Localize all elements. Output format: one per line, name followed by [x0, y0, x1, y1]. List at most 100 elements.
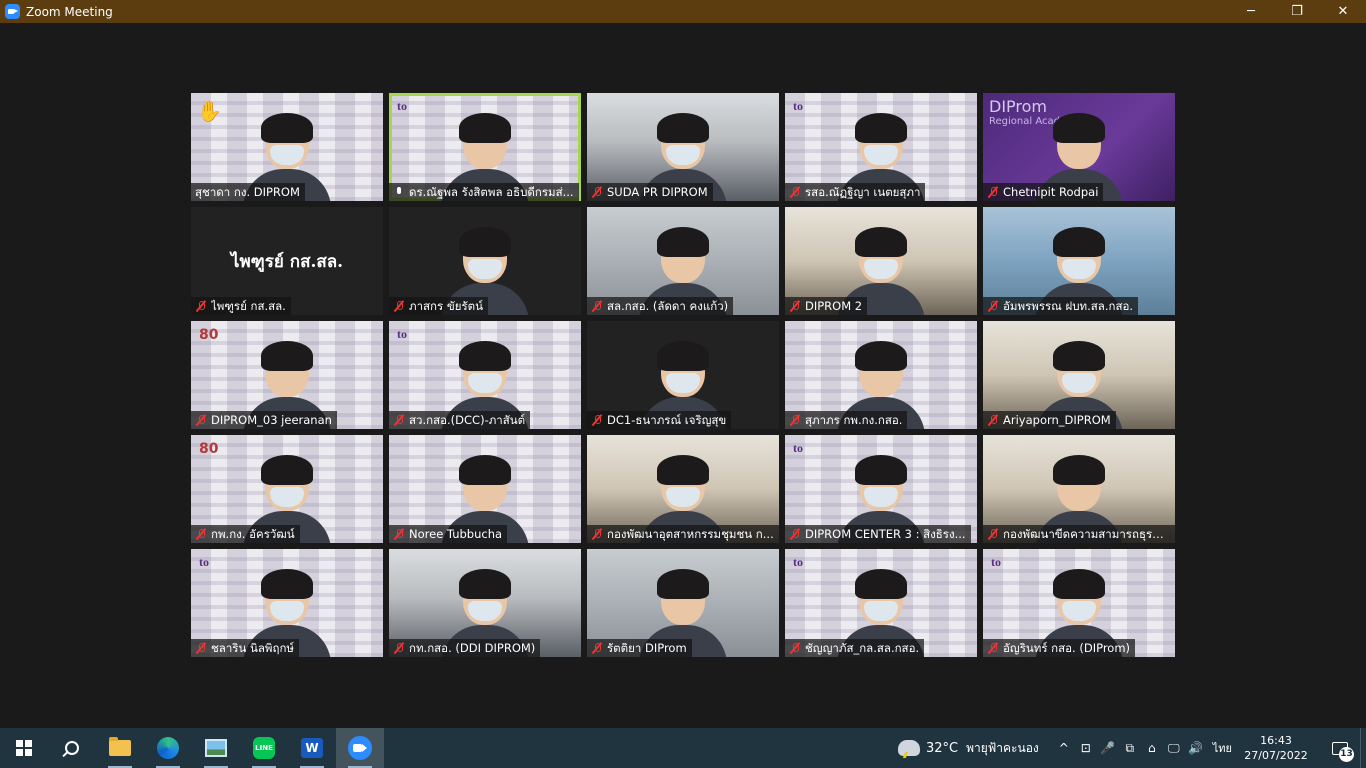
- participant-tile[interactable]: SUDA PR DIPROM: [587, 93, 779, 201]
- anniversary-logo: 80: [199, 441, 219, 457]
- mic-muted-icon: [393, 300, 405, 312]
- participant-tile[interactable]: DIPROM 2: [785, 207, 977, 315]
- diprom-logo: to: [793, 99, 803, 113]
- participant-name: ภาสกร ขัยรัตน์: [409, 299, 483, 313]
- participant-tile[interactable]: ✋ สุชาดา กง. DIPROM: [191, 93, 383, 201]
- gallery-grid: ✋ สุชาดา กง. DIPROM to ดร.ณัฐพล รังสิตพล อธ…: [191, 93, 1175, 657]
- participant-name-tag: อัมพรพรรณ ฝบท.สล.กสอ.: [983, 297, 1139, 315]
- raised-hand-icon: ✋: [197, 99, 222, 123]
- word-button[interactable]: W: [288, 728, 336, 768]
- start-icon: [16, 740, 32, 756]
- participant-name-tag: รัตติยา DIProm: [587, 639, 692, 657]
- participant-name-tag: DIPROM 2: [785, 297, 868, 315]
- mic-muted-icon: [591, 186, 603, 198]
- mic-muted-icon: [591, 300, 603, 312]
- participant-name-tag: กองพัฒนาอุตสาหกรรมชุมชน ก...: [587, 525, 779, 543]
- diprom-logo: to: [397, 99, 407, 113]
- participant-tile[interactable]: 80 DIPROM_03 jeeranan: [191, 321, 383, 429]
- participant-name-tag: Chetnipit Rodpai: [983, 183, 1104, 201]
- participant-tile[interactable]: กองพัฒนาอุตสาหกรรมชุมชน ก...: [587, 435, 779, 543]
- mic-muted-icon: [591, 642, 603, 654]
- participant-tile[interactable]: กองพัฒนาขีดความสามารถธุรกิ...: [983, 435, 1175, 543]
- participant-tile[interactable]: สล.กสอ. (ลัดดา คงแก้ว): [587, 207, 779, 315]
- file-explorer-button[interactable]: [96, 728, 144, 768]
- participant-name-tag: รสอ.ณัฏฐิญา เนตยสุภา: [785, 183, 926, 201]
- edge-button[interactable]: [144, 728, 192, 768]
- window-controls: ─ ❐ ✕: [1228, 0, 1366, 23]
- clock[interactable]: 16:43 27/07/2022: [1240, 733, 1312, 763]
- participant-tile[interactable]: กท.กสอ. (DDI DIPROM): [389, 549, 581, 657]
- participant-name-tag: อัญรินทร์ กสอ. (DIProm): [983, 639, 1136, 657]
- thunderstorm-icon: [897, 740, 920, 756]
- participant-name: DIPROM CENTER 3 : สิงธิรง...: [805, 527, 966, 541]
- participant-tile[interactable]: to DIPROM CENTER 3 : สิงธิรง...: [785, 435, 977, 543]
- participant-name-tag: DIPROM CENTER 3 : สิงธิรง...: [785, 525, 971, 543]
- system-tray: 32°C พายุฟ้าคะนอง ^ ⊡ 🎤 ⧉ ⌂ 🖵 🔊 ไทย 16:4…: [897, 728, 1366, 768]
- participant-name-tag: สว.กสอ.(DCC)-ภาสันต์: [389, 411, 531, 429]
- search-button[interactable]: [48, 728, 96, 768]
- microphone-icon[interactable]: 🎤: [1097, 728, 1119, 768]
- participant-tile[interactable]: to อัญรินทร์ กสอ. (DIProm): [983, 549, 1175, 657]
- participant-tile[interactable]: to ชัญญาภัส_กล.สล.กสอ.: [785, 549, 977, 657]
- mic-muted-icon: [195, 414, 207, 426]
- clock-date: 27/07/2022: [1244, 749, 1308, 762]
- participant-tile[interactable]: ไพฑูรย์ กส.สล. ไพฑูรย์ กส.สล.: [191, 207, 383, 315]
- input-language[interactable]: ไทย: [1213, 739, 1232, 757]
- mic-muted-icon: [195, 528, 207, 540]
- participant-name: ชัญญาภัส_กล.สล.กสอ.: [805, 641, 920, 655]
- maximize-button[interactable]: ❐: [1274, 0, 1320, 23]
- participant-tile[interactable]: สุภาภร กพ.กง.กสอ.: [785, 321, 977, 429]
- line-icon: LINE: [253, 737, 275, 759]
- minimize-button[interactable]: ─: [1228, 0, 1274, 23]
- participant-tile[interactable]: DC1-ธนาภรณ์ เจริญสุข: [587, 321, 779, 429]
- edge-icon: [157, 737, 179, 759]
- mic-muted-icon: [393, 528, 405, 540]
- participant-name: Chetnipit Rodpai: [1003, 185, 1099, 199]
- participant-tile[interactable]: to สว.กสอ.(DCC)-ภาสันต์: [389, 321, 581, 429]
- zoom-button[interactable]: [336, 728, 384, 768]
- weather-widget[interactable]: 32°C พายุฟ้าคะนอง: [897, 739, 1039, 758]
- participant-name-tag: สล.กสอ. (ลัดดา คงแก้ว): [587, 297, 734, 315]
- participant-tile[interactable]: to ดร.ณัฐพล รังสิตพล อธิบดีกรมส่...: [389, 93, 581, 201]
- participant-name-tag: สุชาดา กง. DIPROM: [191, 183, 305, 201]
- chevron-up-icon[interactable]: ^: [1053, 728, 1075, 768]
- participant-name: สุชาดา กง. DIPROM: [195, 185, 300, 199]
- line-button[interactable]: LINE: [240, 728, 288, 768]
- participant-tile[interactable]: Noree Tubbucha: [389, 435, 581, 543]
- participant-tile[interactable]: to รสอ.ณัฏฐิญา เนตยสุภา: [785, 93, 977, 201]
- meet-now-icon[interactable]: ⊡: [1075, 728, 1097, 768]
- participant-tile[interactable]: ภาสกร ขัยรัตน์: [389, 207, 581, 315]
- clock-time: 16:43: [1260, 734, 1292, 747]
- start-button[interactable]: [0, 728, 48, 768]
- display-icon[interactable]: 🖵: [1163, 728, 1185, 768]
- participant-tile[interactable]: รัตติยา DIProm: [587, 549, 779, 657]
- participant-tile[interactable]: Ariyaporn_DIPROM: [983, 321, 1175, 429]
- network-icon[interactable]: ⌂: [1141, 728, 1163, 768]
- mic-muted-icon: [789, 642, 801, 654]
- diprom-logo: to: [991, 555, 1001, 569]
- notification-center-button[interactable]: 13: [1320, 728, 1360, 768]
- participant-tile[interactable]: to ชลาริน นิลพิฤกษ์: [191, 549, 383, 657]
- show-desktop-button[interactable]: [1360, 728, 1366, 768]
- mic-muted-icon: [789, 300, 801, 312]
- participant-tile[interactable]: DIProm Regional Academy Chetnipit Rodpai: [983, 93, 1175, 201]
- mic-muted-icon: [789, 186, 801, 198]
- volume-icon[interactable]: 🔊: [1185, 728, 1207, 768]
- participant-name: สุภาภร กพ.กง.กสอ.: [805, 413, 903, 427]
- mic-muted-icon: [789, 414, 801, 426]
- participant-tile[interactable]: 80 กพ.กง. อัครวัฒน์: [191, 435, 383, 543]
- participant-name-tag: กท.กสอ. (DDI DIPROM): [389, 639, 541, 657]
- close-button[interactable]: ✕: [1320, 0, 1366, 23]
- participant-name: สล.กสอ. (ลัดดา คงแก้ว): [607, 299, 729, 313]
- participant-tile[interactable]: อัมพรพรรณ ฝบท.สล.กสอ.: [983, 207, 1175, 315]
- participant-name-tag: ชัญญาภัส_กล.สล.กสอ.: [785, 639, 925, 657]
- participant-name-tag: ไพฑูรย์ กส.สล.: [191, 297, 291, 315]
- photos-button[interactable]: [192, 728, 240, 768]
- participant-name: สว.กสอ.(DCC)-ภาสันต์: [409, 413, 526, 427]
- participant-name: รสอ.ณัฏฐิญา เนตยสุภา: [805, 185, 921, 199]
- weather-condition: พายุฟ้าคะนอง: [966, 740, 1039, 755]
- screen-share-icon[interactable]: ⧉: [1119, 728, 1141, 768]
- participant-name-tag: DC1-ธนาภรณ์ เจริญสุข: [587, 411, 732, 429]
- participant-name: กองพัฒนาอุตสาหกรรมชุมชน ก...: [607, 527, 774, 541]
- participant-name-tag: Noree Tubbucha: [389, 525, 508, 543]
